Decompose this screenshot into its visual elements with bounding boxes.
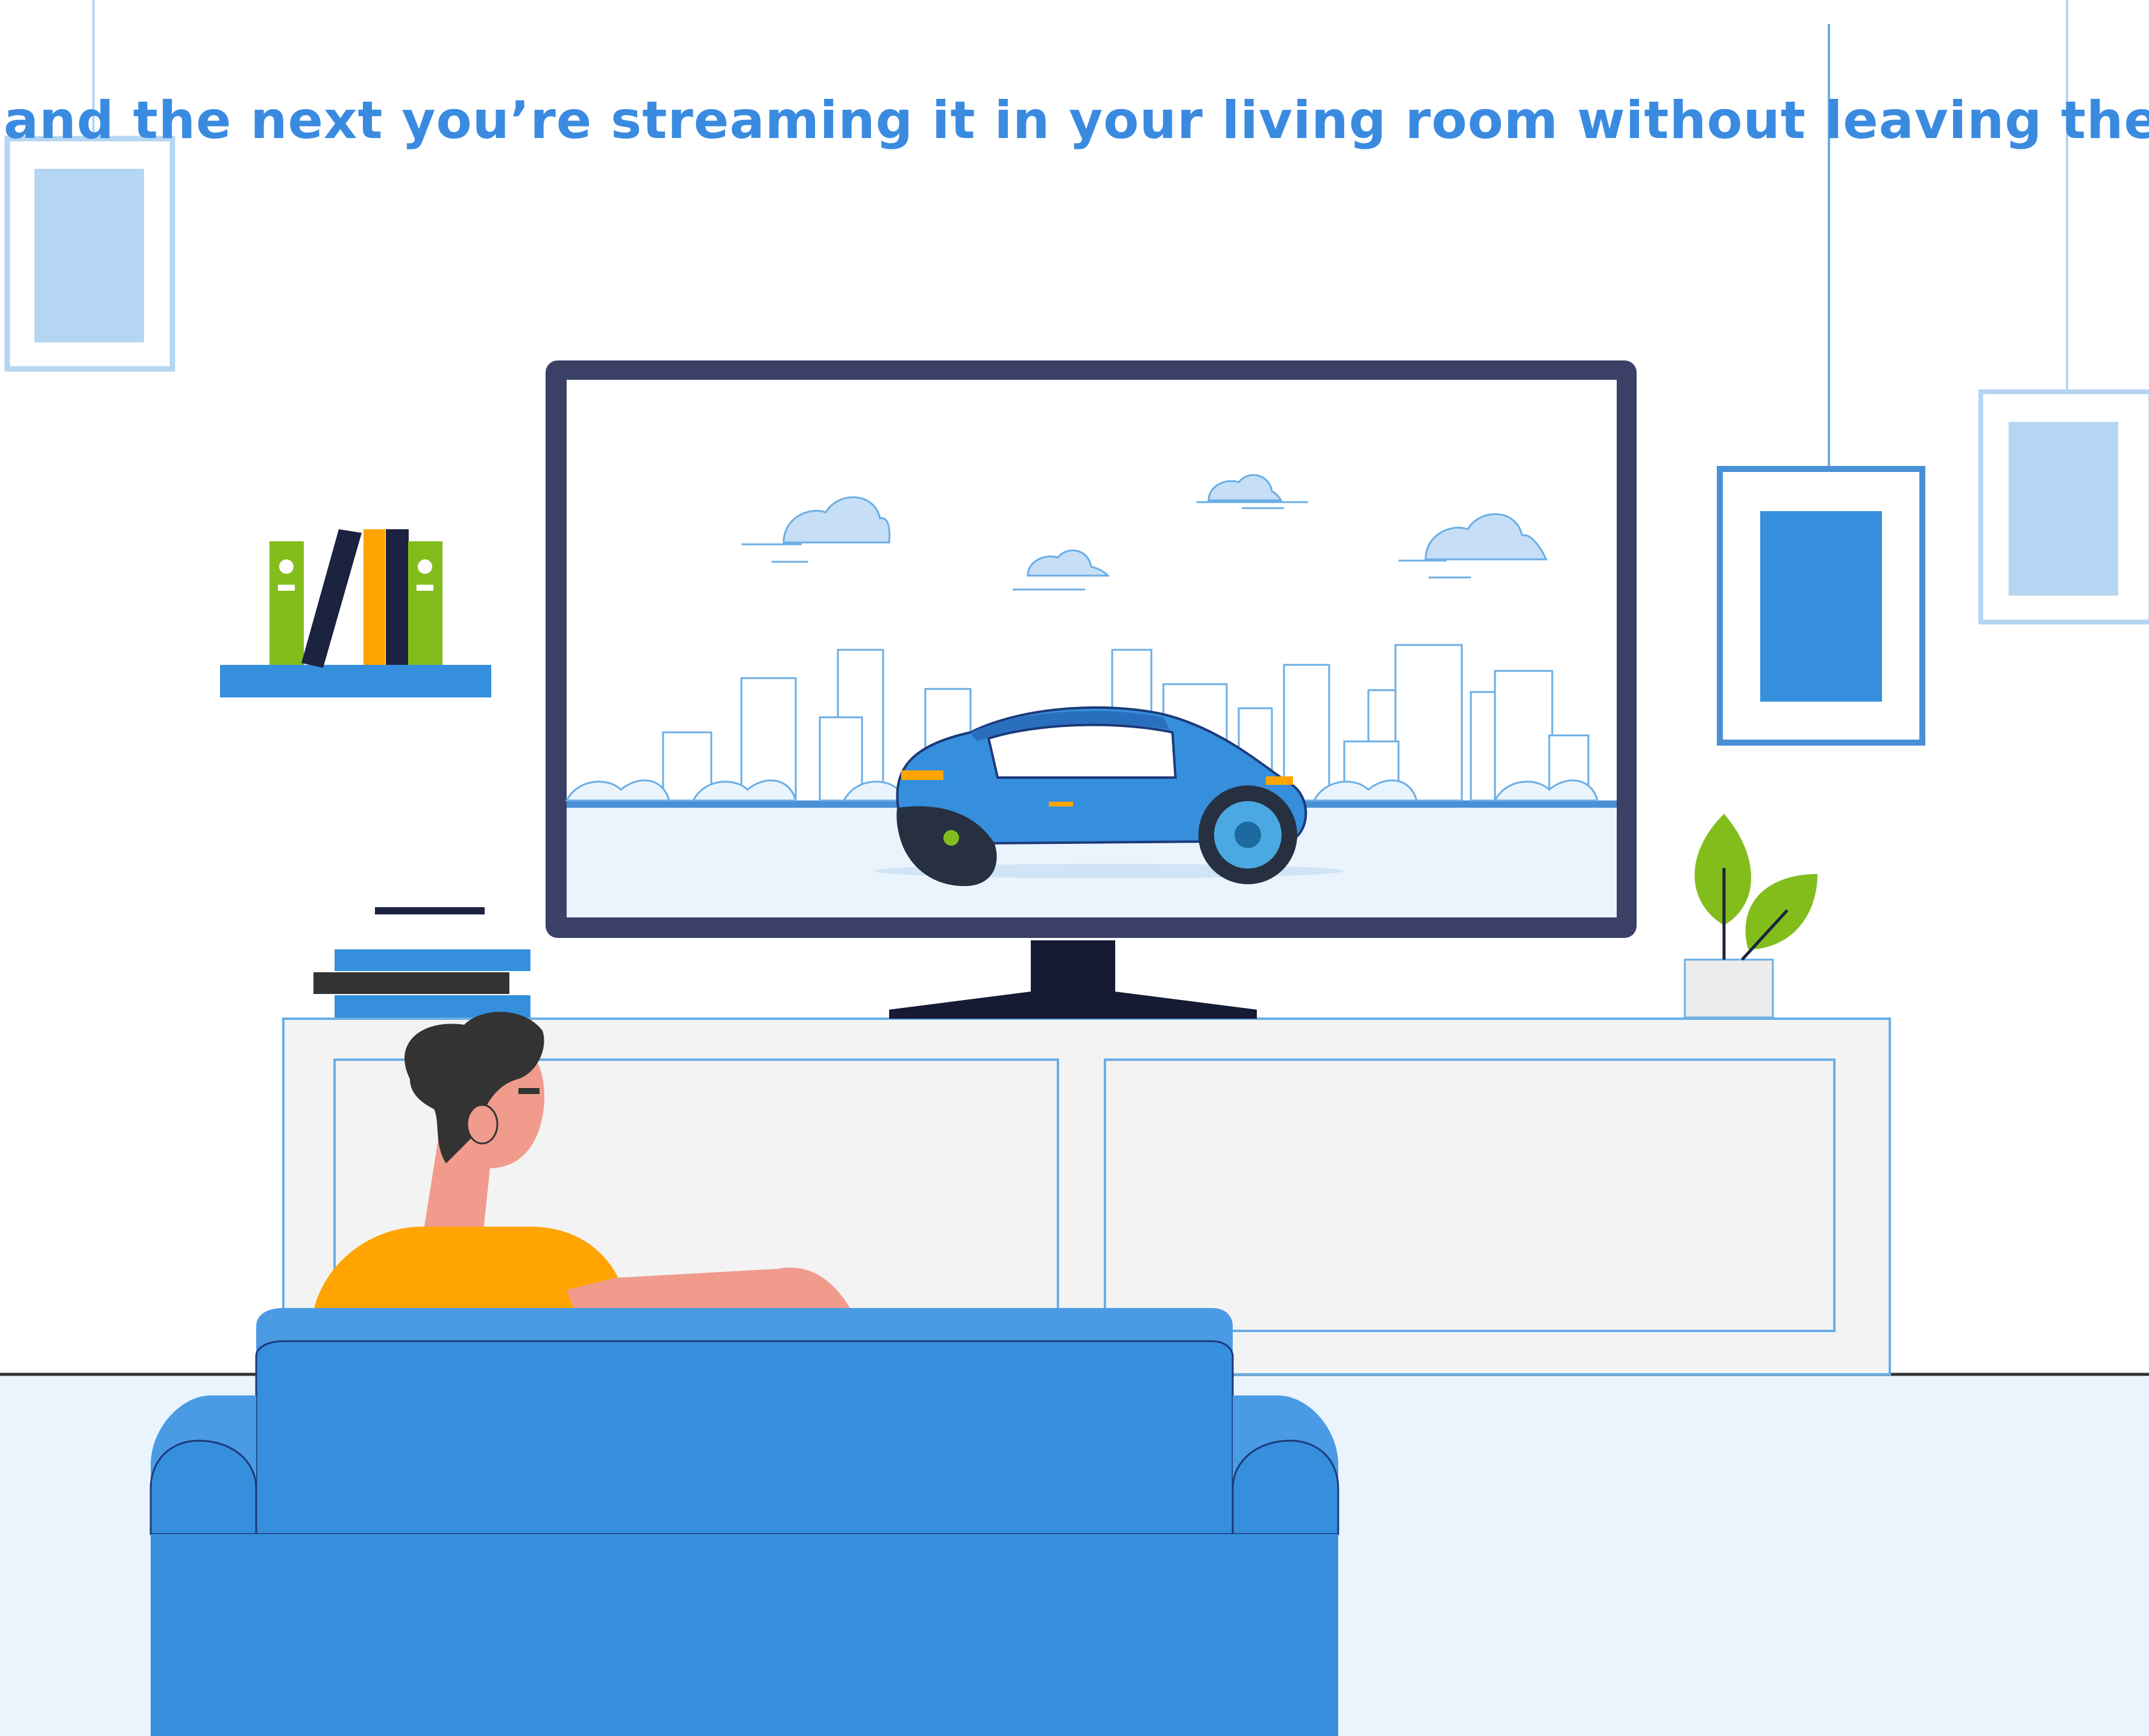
picture-frame-icon [1717, 466, 1925, 746]
television-icon [546, 360, 1637, 1019]
couch-icon [149, 1308, 1339, 1736]
picture-frame-icon [1978, 389, 2149, 624]
picture-frame-icon [4, 136, 175, 372]
caption-text: and the next you’re streaming it in your… [4, 90, 2149, 151]
book-icon [269, 541, 304, 665]
living-room-illustration [0, 0, 2149, 1736]
book-icon [363, 529, 385, 665]
book-icon [408, 541, 442, 665]
book-icon [386, 529, 409, 665]
